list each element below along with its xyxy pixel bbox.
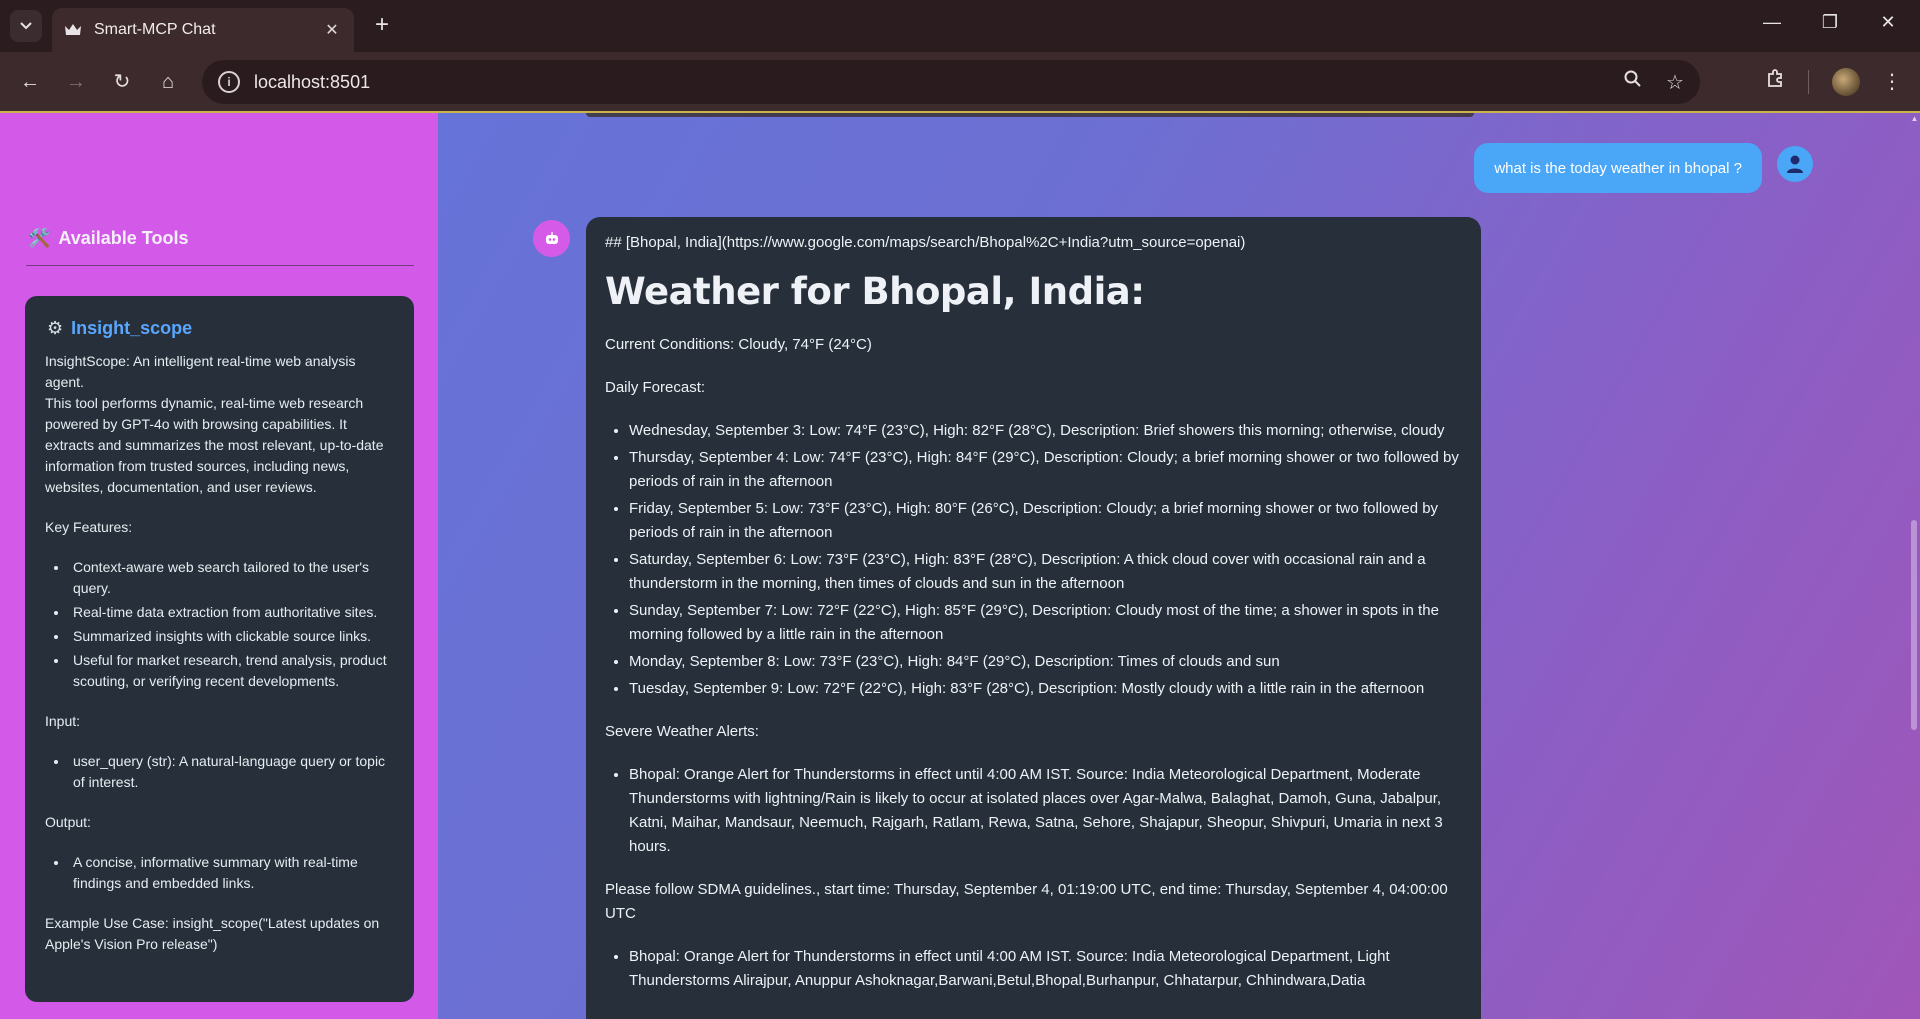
tool-card: ⚙ Insight_scope InsightScope: An intelli… — [25, 296, 414, 1002]
tool-name: Insight_scope — [71, 318, 193, 338]
star-icon[interactable]: ☆ — [1658, 70, 1692, 95]
example-use-case: Example Use Case: insight_scope("Latest … — [45, 915, 380, 952]
weather-heading: Weather for Bhopal, India: — [605, 270, 1145, 313]
crown-favicon — [64, 21, 82, 39]
browser-tab[interactable]: Smart-MCP Chat ✕ — [52, 8, 354, 52]
gear-icon: ⚙ — [47, 318, 64, 338]
address-bar[interactable]: i localhost:8501 ☆ — [202, 60, 1700, 104]
feature-item: Real-time data extraction from authorita… — [69, 602, 394, 623]
feature-item: Context-aware web search tailored to the… — [69, 557, 394, 599]
back-icon[interactable]: ← — [14, 66, 46, 98]
minimize-icon[interactable]: — — [1752, 12, 1792, 33]
input-list: user_query (str): A natural-language que… — [47, 751, 394, 793]
tool-description: InsightScope: An intelligent real-time w… — [45, 351, 394, 498]
restore-icon[interactable]: ❐ — [1810, 12, 1850, 33]
tab-search-icon[interactable] — [10, 10, 42, 42]
toolbar-separator — [1808, 70, 1809, 94]
features-title: Key Features: — [45, 519, 133, 535]
info-icon[interactable]: i — [218, 71, 240, 93]
feature-item: Summarized insights with clickable sourc… — [69, 626, 394, 647]
output-item: A concise, informative summary with real… — [69, 852, 394, 894]
extensions-icon[interactable] — [1760, 66, 1792, 98]
menu-icon[interactable]: ⋮ — [1876, 66, 1908, 98]
input-title: Input: — [45, 713, 81, 729]
tab-title: Smart-MCP Chat — [94, 21, 216, 38]
alert-item: Bhopal: Orange Alert for Thunderstorms i… — [629, 945, 1462, 993]
daily-forecast-title: Daily Forecast: — [605, 379, 706, 396]
forecast-item: Tuesday, September 9: Low: 72°F (22°C), … — [629, 677, 1462, 701]
forecast-item: Wednesday, September 3: Low: 74°F (23°C)… — [629, 419, 1462, 443]
plus-icon[interactable]: + — [368, 12, 396, 40]
user-message-bubble: what is the today weather in bhopal ? — [1474, 143, 1762, 193]
tool-description-2: This tool performs dynamic, real-time we… — [45, 395, 384, 495]
browser-toolbar: ← → ↻ ⌂ i localhost:8501 ☆ ⋮ — [0, 52, 1920, 112]
available-tools-title: Available Tools — [58, 228, 189, 248]
previous-message-edge — [586, 113, 1474, 117]
reload-icon[interactable]: ↻ — [106, 66, 138, 98]
output-list: A concise, informative summary with real… — [47, 852, 394, 894]
forecast-item: Monday, September 8: Low: 73°F (23°C), H… — [629, 650, 1462, 674]
current-conditions: Current Conditions: Cloudy, 74°F (24°C) — [605, 336, 872, 353]
tool-name-row: ⚙ Insight_scope — [47, 318, 394, 339]
features-list: Context-aware web search tailored to the… — [47, 557, 394, 692]
bot-avatar-icon — [533, 220, 570, 257]
scroll-up-arrow[interactable]: ▲ — [1909, 114, 1920, 124]
zoom-icon[interactable] — [1616, 70, 1650, 94]
forecast-item: Friday, September 5: Low: 73°F (23°C), H… — [629, 497, 1462, 545]
tab-strip: Smart-MCP Chat ✕ + — ❐ ✕ — [0, 0, 1920, 52]
input-item: user_query (str): A natural-language que… — [69, 751, 394, 793]
alert-item: Bhopal: Orange Alert for Thunderstorms i… — [629, 763, 1462, 859]
window-close-icon[interactable]: ✕ — [1868, 12, 1908, 33]
profile-avatar[interactable] — [1832, 68, 1860, 96]
forecast-item: Sunday, September 7: Low: 72°F (22°C), H… — [629, 599, 1462, 647]
close-icon[interactable]: ✕ — [322, 20, 342, 40]
user-avatar-icon — [1777, 146, 1813, 182]
forecast-item: Thursday, September 4: Low: 74°F (23°C),… — [629, 446, 1462, 494]
url-text[interactable]: localhost:8501 — [254, 72, 1616, 93]
tool-description-1: InsightScope: An intelligent real-time w… — [45, 353, 356, 390]
forecast-list: Wednesday, September 3: Low: 74°F (23°C)… — [605, 419, 1462, 701]
feature-item: Useful for market research, trend analys… — [69, 650, 394, 692]
forecast-item: Saturday, September 6: Low: 73°F (23°C),… — [629, 548, 1462, 596]
sidebar-divider-line — [26, 265, 414, 266]
tools-icon: 🛠️ — [28, 228, 51, 248]
output-title: Output: — [45, 814, 91, 830]
severe-alerts-title: Severe Weather Alerts: — [605, 723, 759, 740]
assistant-message: ## [Bhopal, India](https://www.google.co… — [586, 217, 1481, 1019]
markdown-link-line: ## [Bhopal, India](https://www.google.co… — [605, 234, 1246, 251]
alerts-list-1: Bhopal: Orange Alert for Thunderstorms i… — [605, 763, 1462, 859]
alerts-list-2: Bhopal: Orange Alert for Thunderstorms i… — [605, 945, 1462, 993]
available-tools-heading: 🛠️ Available Tools — [28, 228, 414, 249]
scrollbar-thumb[interactable] — [1911, 520, 1917, 730]
user-message-text: what is the today weather in bhopal ? — [1494, 159, 1742, 177]
sdma-guidelines: Please follow SDMA guidelines., start ti… — [605, 881, 1448, 922]
home-icon[interactable]: ⌂ — [152, 66, 184, 98]
forward-icon[interactable]: → — [60, 66, 92, 98]
